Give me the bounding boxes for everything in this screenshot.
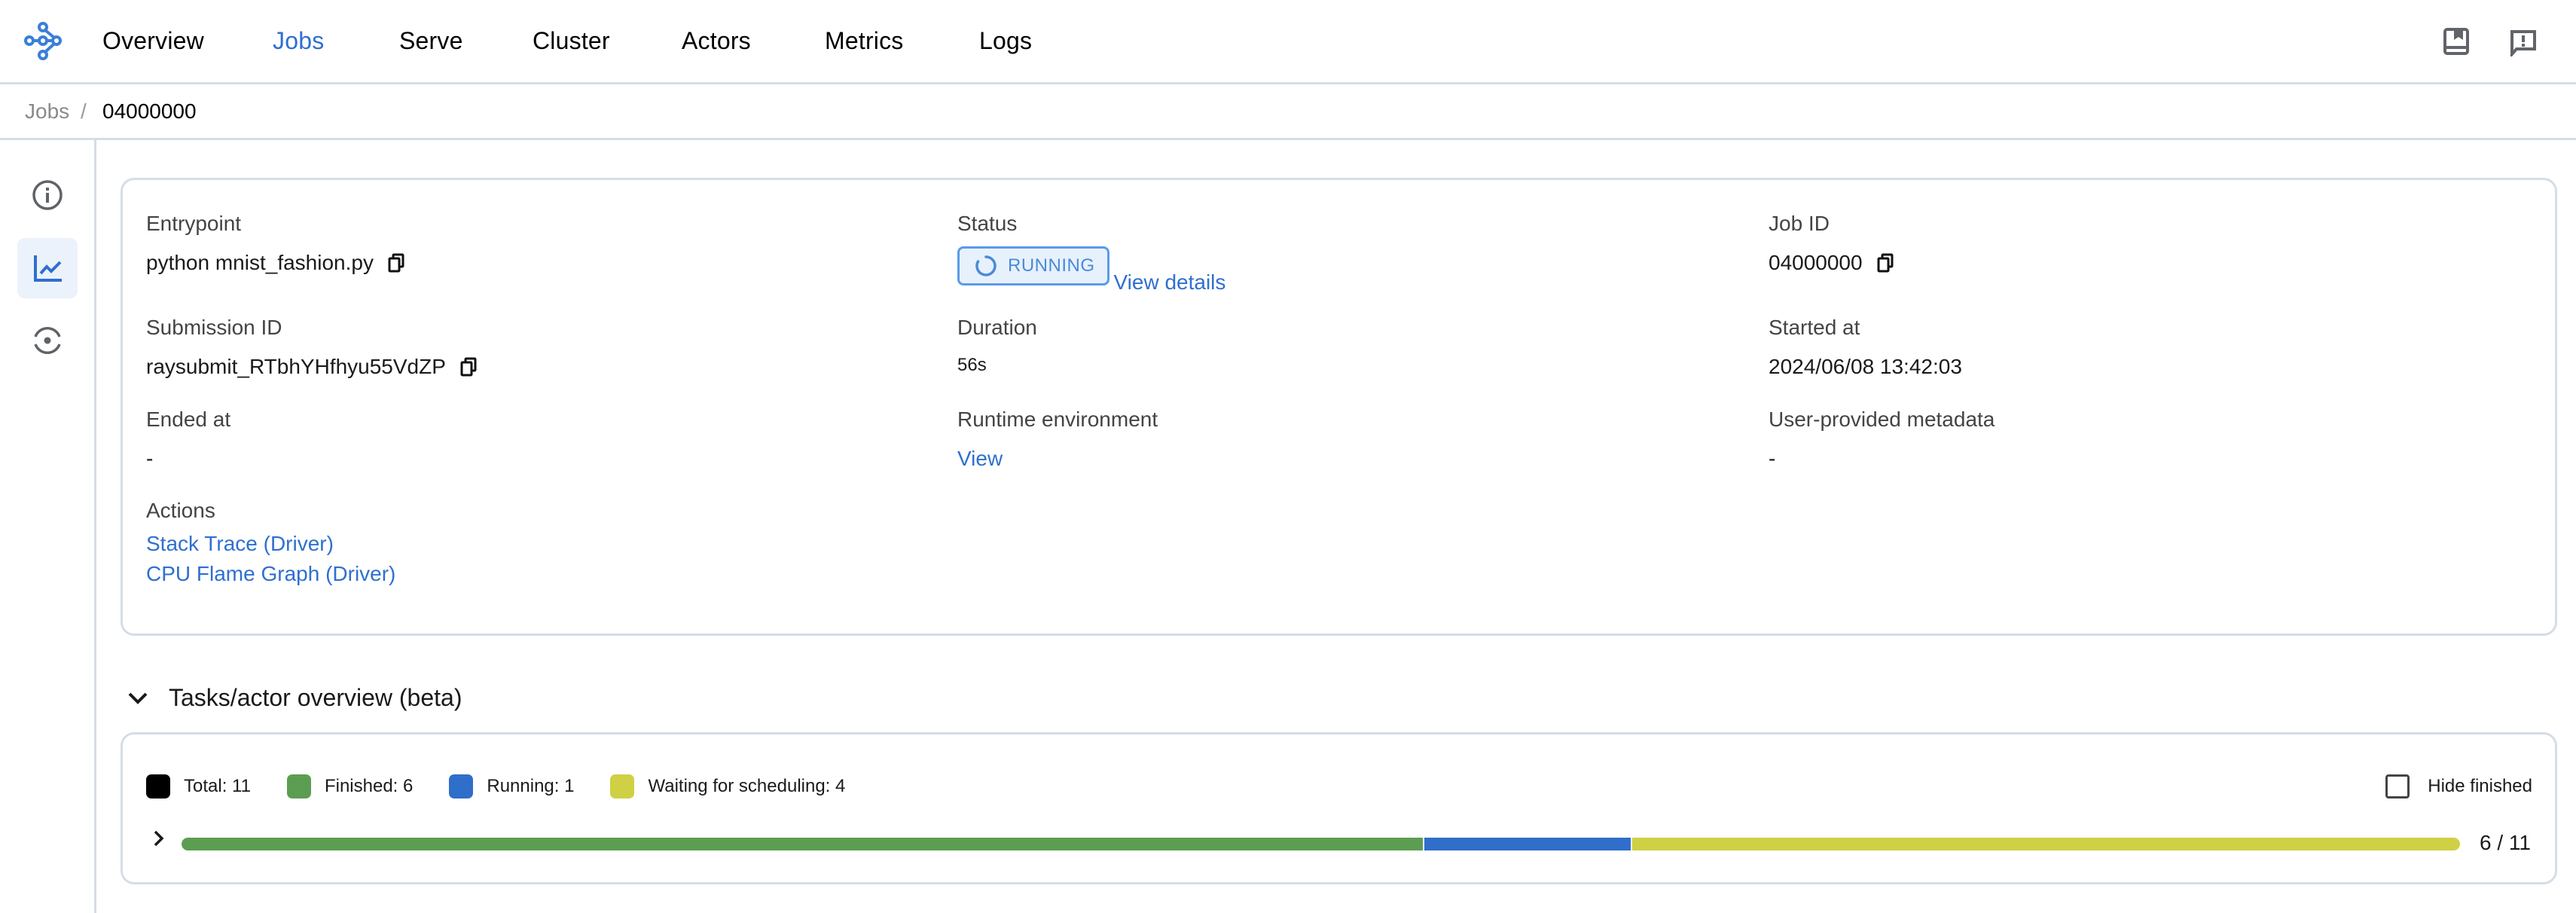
nav-logs[interactable]: Logs: [979, 27, 1032, 55]
nav-metrics[interactable]: Metrics: [825, 27, 904, 55]
nav-serve[interactable]: Serve: [399, 27, 463, 55]
duration-value: 56s: [957, 355, 987, 375]
status-label: Status: [957, 212, 1018, 235]
legend-item: Total: 11: [146, 774, 251, 798]
submission-id-field: Submission ID raysubmit_RTbhYHfhyu55VdZP: [146, 316, 478, 379]
target-icon: [34, 327, 61, 354]
copy-icon[interactable]: [459, 357, 478, 377]
runtime-env-view-link[interactable]: View: [957, 447, 1158, 471]
started-at-value: 2024/06/08 13:42:03: [1769, 355, 1962, 378]
cpu-flame-graph-link[interactable]: CPU Flame Graph (Driver): [146, 559, 395, 589]
job-id-label: Job ID: [1769, 212, 1830, 235]
actions-field: Actions Stack Trace (Driver) CPU Flame G…: [146, 499, 395, 589]
legend-label: Waiting for scheduling: 4: [648, 776, 846, 796]
job-id-field: Job ID 04000000: [1769, 212, 1894, 275]
legend-swatch: [146, 774, 170, 798]
actions-label: Actions: [146, 499, 215, 522]
task-legend: Total: 11 Finished: 6 Running: 1 Waiting fo…: [146, 774, 881, 798]
chevron-right-icon[interactable]: [151, 827, 166, 850]
copy-icon[interactable]: [387, 253, 405, 273]
submission-id-value-row: raysubmit_RTbhYHfhyu55VdZP: [146, 355, 478, 379]
ray-logo-icon[interactable]: [23, 20, 68, 65]
legend-swatch: [449, 774, 474, 798]
top-navigation-bar: Overview Jobs Serve Cluster Actors Metri…: [0, 0, 2576, 84]
legend-swatch: [286, 774, 311, 798]
entrypoint-field: Entrypoint python mnist_fashion.py: [146, 212, 405, 275]
feedback-icon[interactable]: [2510, 29, 2537, 56]
legend-item: Finished: 6: [286, 774, 414, 798]
job-id-value: 04000000: [1769, 251, 1863, 274]
task-progress-count: 6 / 11: [2480, 831, 2531, 854]
legend-swatch: [610, 774, 635, 798]
duration-label: Duration: [957, 316, 1037, 339]
nav-cluster[interactable]: Cluster: [533, 27, 610, 55]
metadata-label: User-provided metadata: [1769, 408, 1995, 431]
nav-actors[interactable]: Actors: [682, 27, 751, 55]
job-id-value-row: 04000000: [1769, 251, 1894, 275]
chart-icon: [34, 255, 62, 282]
docs-book-icon[interactable]: [2443, 28, 2469, 55]
metadata-field: User-provided metadata -: [1769, 408, 1995, 471]
status-value-row: RUNNING View details: [957, 246, 1225, 294]
side-tab-bar: [0, 140, 96, 913]
legend-label: Total: 11: [184, 776, 251, 796]
breadcrumb: Jobs / 04000000: [0, 84, 2576, 140]
copy-icon[interactable]: [1876, 253, 1894, 273]
tasks-overview-card: Total: 11 Finished: 6 Running: 1 Waiting fo…: [121, 732, 2557, 884]
legend-item: Running: 1: [449, 774, 574, 798]
tasks-overview-toggle[interactable]: Tasks/actor overview (beta): [127, 684, 462, 712]
status-badge: RUNNING: [957, 246, 1109, 286]
runtime-env-label: Runtime environment: [957, 408, 1158, 431]
info-icon: [32, 180, 63, 210]
started-at-label: Started at: [1769, 316, 1860, 339]
metadata-value: -: [1769, 447, 1776, 470]
sidebar-item-charts[interactable]: [17, 238, 78, 298]
progress-segment-waiting: [1632, 838, 2460, 850]
entrypoint-label: Entrypoint: [146, 212, 242, 235]
sidebar-item-tasks[interactable]: [17, 310, 78, 371]
submission-id-value: raysubmit_RTbhYHfhyu55VdZP: [146, 355, 446, 378]
duration-field: Duration 56s: [957, 316, 1037, 376]
legend-label: Finished: 6: [324, 776, 414, 796]
actions-links: Stack Trace (Driver) CPU Flame Graph (Dr…: [146, 529, 395, 589]
status-text: RUNNING: [1008, 255, 1095, 276]
ended-at-value: -: [146, 447, 154, 470]
progress-segment-finished: [182, 838, 1423, 850]
spinner-icon: [975, 255, 997, 276]
hide-finished-label: Hide finished: [2428, 776, 2532, 796]
tasks-overview-title: Tasks/actor overview (beta): [169, 684, 462, 711]
started-at-field: Started at 2024/06/08 13:42:03: [1769, 316, 1962, 379]
hide-finished-checkbox[interactable]: [2385, 774, 2410, 798]
breadcrumb-current: 04000000: [102, 99, 197, 123]
status-field: Status RUNNING View details: [957, 212, 1225, 294]
legend-label: Running: 1: [487, 776, 575, 796]
ended-at-field: Ended at -: [146, 408, 230, 471]
submission-id-label: Submission ID: [146, 316, 282, 339]
task-progress-bar: [182, 838, 2460, 850]
view-details-link[interactable]: View details: [1114, 270, 1226, 295]
stack-trace-link[interactable]: Stack Trace (Driver): [146, 529, 395, 559]
nav-overview[interactable]: Overview: [102, 27, 204, 55]
nav-jobs[interactable]: Jobs: [273, 27, 324, 55]
job-info-card: Entrypoint python mnist_fashion.py Submi…: [121, 178, 2557, 636]
legend-item: Waiting for scheduling: 4: [610, 774, 845, 798]
sidebar-item-info[interactable]: [17, 165, 78, 225]
hide-finished-toggle[interactable]: Hide finished: [2385, 774, 2532, 798]
entrypoint-value: python mnist_fashion.py: [146, 251, 374, 274]
breadcrumb-jobs-link[interactable]: Jobs: [25, 99, 69, 124]
entrypoint-value-row: python mnist_fashion.py: [146, 251, 405, 275]
breadcrumb-separator: /: [81, 99, 87, 123]
runtime-env-field: Runtime environment View: [957, 408, 1158, 471]
chevron-down-icon: [128, 692, 148, 704]
progress-segment-running: [1424, 838, 1631, 850]
ended-at-label: Ended at: [146, 408, 231, 431]
